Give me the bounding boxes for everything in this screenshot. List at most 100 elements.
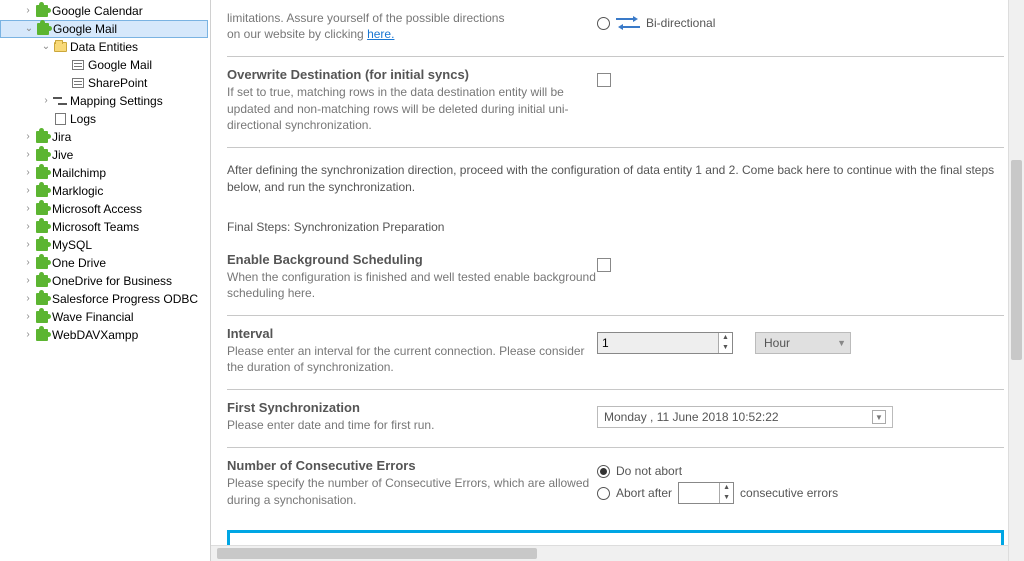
chevron-right-icon[interactable]: › — [22, 239, 34, 251]
enable-bg-title: Enable Background Scheduling — [227, 252, 597, 267]
sync-direction-help-link[interactable]: here. — [367, 27, 394, 41]
abort-after-label-b: consecutive errors — [740, 486, 838, 500]
tree-item[interactable]: › OneDrive for Business — [0, 272, 208, 290]
tree-item-label: OneDrive for Business — [52, 274, 172, 288]
chevron-right-icon[interactable]: › — [22, 131, 34, 143]
tree-item[interactable]: › Mailchimp — [0, 164, 208, 182]
chevron-right-icon[interactable]: › — [22, 221, 34, 233]
connector-icon — [34, 255, 50, 271]
tree-item[interactable]: ⌄ Google Mail — [0, 20, 208, 38]
sync-direction-desc-partial: limitations. Assure yourself of the poss… — [227, 10, 597, 42]
overwrite-destination-title: Overwrite Destination (for initial syncs… — [227, 67, 597, 82]
errors-title: Number of Consecutive Errors — [227, 458, 597, 473]
tree-item-label: Data Entities — [70, 40, 138, 54]
first-sync-value: Monday , 11 June 2018 10:52:22 — [604, 410, 779, 424]
bi-directional-icon — [616, 17, 640, 29]
chevron-down-icon: ▼ — [837, 338, 846, 348]
chevron-right-icon[interactable]: › — [40, 95, 52, 107]
first-sync-title: First Synchronization — [227, 400, 597, 415]
connector-icon — [34, 183, 50, 199]
vertical-scrollbar[interactable] — [1008, 0, 1024, 561]
chevron-down-icon[interactable]: ⌄ — [23, 23, 35, 35]
tree-item-label: Jira — [52, 130, 71, 144]
tree-item-label: Google Mail — [53, 22, 117, 36]
tree-item-label: MySQL — [52, 238, 92, 252]
spinner-up-icon[interactable]: ▲ — [720, 483, 733, 493]
chevron-right-icon[interactable]: › — [22, 185, 34, 197]
tree-item-label: Wave Financial — [52, 310, 134, 324]
first-sync-desc: Please enter date and time for first run… — [227, 417, 597, 433]
tree-item-label: WebDAVXampp — [52, 328, 138, 342]
overwrite-destination-desc: If set to true, matching rows in the dat… — [227, 84, 597, 133]
tree-item[interactable]: ⌄ Data Entities — [0, 38, 208, 56]
tree-item-label: Logs — [70, 112, 96, 126]
chevron-right-icon[interactable]: › — [22, 257, 34, 269]
logs-icon — [52, 111, 68, 127]
chevron-right-icon[interactable]: › — [22, 5, 34, 17]
bi-directional-label: Bi-directional — [646, 16, 715, 30]
chevron-right-icon[interactable]: › — [22, 311, 34, 323]
chevron-down-icon[interactable]: ⌄ — [40, 41, 52, 53]
abort-after-spinner[interactable]: ▲▼ — [678, 482, 734, 504]
mapping-settings-icon — [52, 93, 68, 109]
spinner-up-icon[interactable]: ▲ — [719, 333, 732, 343]
first-sync-datetime[interactable]: Monday , 11 June 2018 10:52:22 ▼ — [597, 406, 893, 428]
tree-item[interactable]: ›Logs — [0, 110, 208, 128]
tree-item[interactable]: ›SharePoint — [0, 74, 208, 92]
errors-desc: Please specify the number of Consecutive… — [227, 475, 597, 507]
chevron-right-icon[interactable]: › — [22, 203, 34, 215]
tree-item[interactable]: › MySQL — [0, 236, 208, 254]
chevron-right-icon[interactable]: › — [22, 275, 34, 287]
enable-bg-desc: When the configuration is finished and w… — [227, 269, 597, 301]
tree-item-label: Google Calendar — [52, 4, 143, 18]
chevron-right-icon[interactable]: › — [22, 329, 34, 341]
tree-item-label: Jive — [52, 148, 73, 162]
tree-item[interactable]: › Jira — [0, 128, 208, 146]
after-direction-info: After defining the synchronization direc… — [227, 148, 1004, 206]
chevron-right-icon[interactable]: › — [22, 293, 34, 305]
connector-icon — [34, 309, 50, 325]
connector-icon — [34, 219, 50, 235]
tree-item-label: Marklogic — [52, 184, 103, 198]
tree-item[interactable]: › One Drive — [0, 254, 208, 272]
tree-item[interactable]: › Wave Financial — [0, 308, 208, 326]
interval-input[interactable] — [598, 333, 718, 353]
abort-after-input[interactable] — [679, 483, 719, 503]
connector-icon — [34, 327, 50, 343]
do-not-abort-radio[interactable] — [597, 465, 610, 478]
tree-item-label: One Drive — [52, 256, 106, 270]
entity-icon — [70, 75, 86, 91]
tree-item[interactable]: ›Microsoft Access — [0, 200, 208, 218]
scrollbar-thumb[interactable] — [1011, 160, 1022, 360]
tree-item[interactable]: › Salesforce Progress ODBC — [0, 290, 208, 308]
connector-icon — [34, 201, 50, 217]
chevron-right-icon[interactable]: › — [22, 149, 34, 161]
interval-unit-select[interactable]: Hour ▼ — [755, 332, 851, 354]
connection-tree[interactable]: ›Google Calendar⌄Google Mail⌄Data Entiti… — [0, 0, 210, 561]
scrollbar-thumb[interactable] — [217, 548, 537, 559]
connector-icon — [34, 129, 50, 145]
tree-item[interactable]: › Jive — [0, 146, 208, 164]
tree-item-label: Microsoft Teams — [52, 220, 139, 234]
tree-item[interactable]: › WebDAVXampp — [0, 326, 208, 344]
overwrite-destination-checkbox[interactable] — [597, 73, 611, 87]
settings-panel: limitations. Assure yourself of the poss… — [210, 0, 1024, 561]
spinner-down-icon[interactable]: ▼ — [719, 343, 732, 353]
calendar-dropdown-icon[interactable]: ▼ — [872, 410, 886, 424]
chevron-right-icon[interactable]: › — [22, 167, 34, 179]
tree-item[interactable]: › Microsoft Teams — [0, 218, 208, 236]
tree-item[interactable]: ›Mapping Settings — [0, 92, 208, 110]
tree-item[interactable]: ›Google Mail — [0, 56, 208, 74]
horizontal-scrollbar[interactable] — [211, 545, 1008, 561]
bi-directional-radio[interactable] — [597, 17, 610, 30]
tree-item-label: Salesforce Progress ODBC — [52, 292, 198, 306]
tree-item-label: Mailchimp — [52, 166, 106, 180]
tree-item[interactable]: › Google Calendar — [0, 2, 208, 20]
abort-after-radio[interactable] — [597, 487, 610, 500]
enable-bg-checkbox[interactable] — [597, 258, 611, 272]
do-not-abort-label: Do not abort — [616, 464, 682, 478]
interval-spinner[interactable]: ▲▼ — [597, 332, 733, 354]
connector-icon — [34, 3, 50, 19]
tree-item[interactable]: › Marklogic — [0, 182, 208, 200]
spinner-down-icon[interactable]: ▼ — [720, 493, 733, 503]
